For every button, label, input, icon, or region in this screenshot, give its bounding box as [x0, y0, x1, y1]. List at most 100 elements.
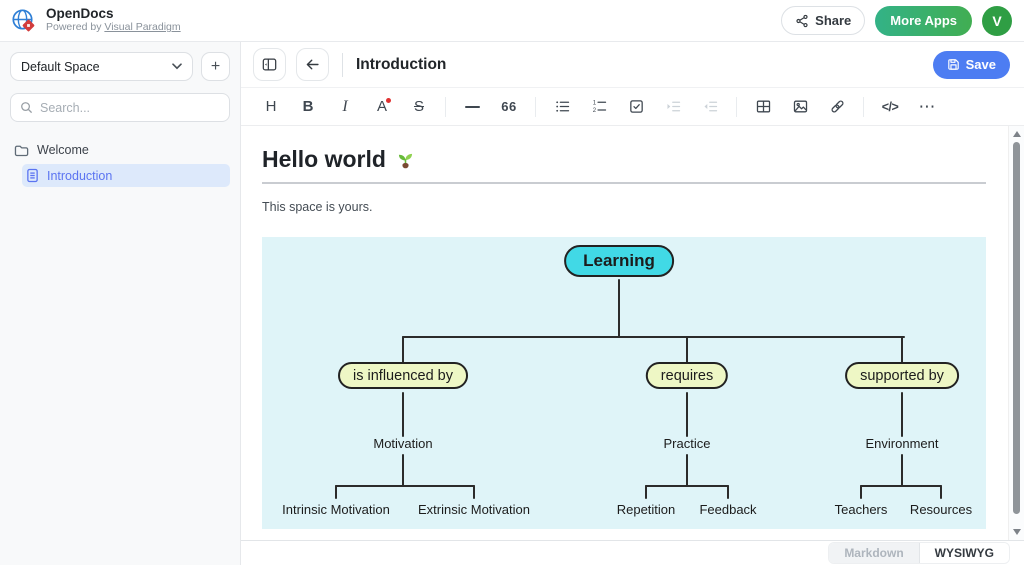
- document-paragraph: This space is yours.: [262, 200, 986, 214]
- mindmap-branch-node[interactable]: supported by: [845, 362, 959, 389]
- mindmap-child-label: Practice: [664, 436, 711, 451]
- space-selector-value: Default Space: [21, 60, 100, 74]
- share-button[interactable]: Share: [781, 6, 865, 35]
- color-dot-icon: [386, 98, 391, 103]
- page-tree: Welcome Introduction: [10, 138, 230, 187]
- divider: [535, 97, 536, 117]
- panel-toggle-icon: [261, 56, 278, 73]
- mindmap-leaf-label: Extrinsic Motivation: [418, 502, 530, 517]
- toggle-sidebar-button[interactable]: [253, 48, 286, 81]
- user-avatar[interactable]: V: [982, 6, 1012, 36]
- editor-panel: Introduction Save H B I A S 66: [241, 42, 1024, 565]
- horizontal-rule-button[interactable]: [458, 93, 486, 121]
- page-title: Introduction: [356, 56, 446, 74]
- connector-line: [686, 336, 688, 364]
- blockquote-button[interactable]: 66: [495, 93, 523, 121]
- strikethrough-button[interactable]: S: [405, 93, 433, 121]
- scroll-up-arrow[interactable]: [1013, 131, 1021, 137]
- divider: [736, 97, 737, 117]
- more-apps-button[interactable]: More Apps: [875, 6, 972, 36]
- space-selector[interactable]: Default Space: [10, 52, 193, 81]
- table-icon: [755, 98, 772, 115]
- mindmap-diagram[interactable]: Learning is influenced by requires suppo…: [262, 237, 986, 529]
- vertical-scrollbar[interactable]: [1008, 126, 1024, 540]
- editor-mode-bar: Markdown WYSIWYG: [241, 540, 1024, 565]
- code-button[interactable]: </>: [876, 93, 904, 121]
- tab-wysiwyg[interactable]: WYSIWYG: [919, 543, 1009, 563]
- save-label: Save: [966, 57, 996, 72]
- italic-button[interactable]: I: [331, 93, 359, 121]
- divider: [342, 53, 343, 77]
- connector-line: [901, 454, 903, 487]
- bullet-list-icon: [554, 98, 571, 115]
- connector-line: [335, 485, 337, 499]
- back-button[interactable]: [296, 48, 329, 81]
- formatting-toolbar: H B I A S 66 1 2: [241, 88, 1024, 126]
- chevron-down-icon: [172, 63, 182, 70]
- connector-line: [645, 485, 647, 499]
- mindmap-branch-node[interactable]: requires: [646, 362, 728, 389]
- connector-line: [402, 392, 404, 437]
- app-title: OpenDocs: [46, 7, 181, 22]
- brand: OpenDocs Powered by Visual Paradigm: [10, 7, 181, 35]
- arrow-left-icon: [304, 56, 321, 73]
- bullet-list-button[interactable]: [548, 93, 576, 121]
- seedling-emoji-icon: [395, 149, 416, 170]
- connector-line: [940, 485, 942, 499]
- mindmap-leaf-label: Intrinsic Motivation: [282, 502, 390, 517]
- mindmap-leaf-label: Feedback: [699, 502, 756, 517]
- add-space-button[interactable]: +: [201, 52, 230, 81]
- save-icon: [947, 58, 960, 71]
- share-icon: [795, 14, 809, 28]
- document-icon: [26, 168, 39, 183]
- search-input[interactable]: [40, 101, 220, 115]
- share-label: Share: [815, 13, 851, 28]
- connector-line: [645, 485, 729, 487]
- table-button[interactable]: [749, 93, 777, 121]
- connector-line: [686, 454, 688, 487]
- search-box[interactable]: [10, 93, 230, 122]
- mindmap-leaf-label: Teachers: [835, 502, 888, 517]
- save-button[interactable]: Save: [933, 51, 1010, 79]
- divider: [863, 97, 864, 117]
- outdent-icon: [702, 98, 719, 115]
- powered-by: Powered by Visual Paradigm: [46, 22, 181, 34]
- connector-line: [402, 336, 404, 364]
- document-heading: Hello world: [262, 146, 986, 173]
- mindmap-branch-node[interactable]: is influenced by: [338, 362, 468, 389]
- image-button[interactable]: [786, 93, 814, 121]
- heading-button[interactable]: H: [257, 93, 285, 121]
- mindmap-leaf-label: Resources: [910, 502, 972, 517]
- link-button[interactable]: [823, 93, 851, 121]
- ordered-list-button[interactable]: 1 2: [585, 93, 613, 121]
- tab-markdown[interactable]: Markdown: [829, 543, 918, 563]
- outdent-button[interactable]: [696, 93, 724, 121]
- mindmap-child-label: Motivation: [373, 436, 432, 451]
- tree-item-introduction[interactable]: Introduction: [22, 164, 230, 187]
- ordered-list-icon: 1 2: [591, 98, 608, 115]
- connector-line: [473, 485, 475, 499]
- editor-header: Introduction Save: [241, 42, 1024, 88]
- tree-item-welcome[interactable]: Welcome: [10, 138, 230, 162]
- connector-line: [335, 485, 475, 487]
- search-icon: [20, 101, 33, 114]
- visual-paradigm-link[interactable]: Visual Paradigm: [104, 21, 180, 33]
- task-list-icon: [628, 98, 645, 115]
- link-icon: [829, 98, 846, 115]
- indent-button[interactable]: [659, 93, 687, 121]
- text-color-button[interactable]: A: [368, 93, 396, 121]
- scroll-down-arrow[interactable]: [1013, 529, 1021, 535]
- task-list-button[interactable]: [622, 93, 650, 121]
- folder-icon: [14, 144, 29, 157]
- connector-line: [901, 336, 903, 364]
- indent-icon: [665, 98, 682, 115]
- document-content[interactable]: Hello world This space is yours.: [241, 126, 1024, 540]
- opendocs-logo-icon: [10, 7, 38, 35]
- scrollbar-thumb[interactable]: [1013, 142, 1020, 514]
- connector-line: [402, 336, 905, 338]
- bold-button[interactable]: B: [294, 93, 322, 121]
- tree-item-label: Introduction: [47, 169, 112, 183]
- more-options-button[interactable]: ⋯: [913, 93, 941, 121]
- mindmap-root-node[interactable]: Learning: [564, 245, 674, 277]
- app-header: OpenDocs Powered by Visual Paradigm Shar…: [0, 0, 1024, 42]
